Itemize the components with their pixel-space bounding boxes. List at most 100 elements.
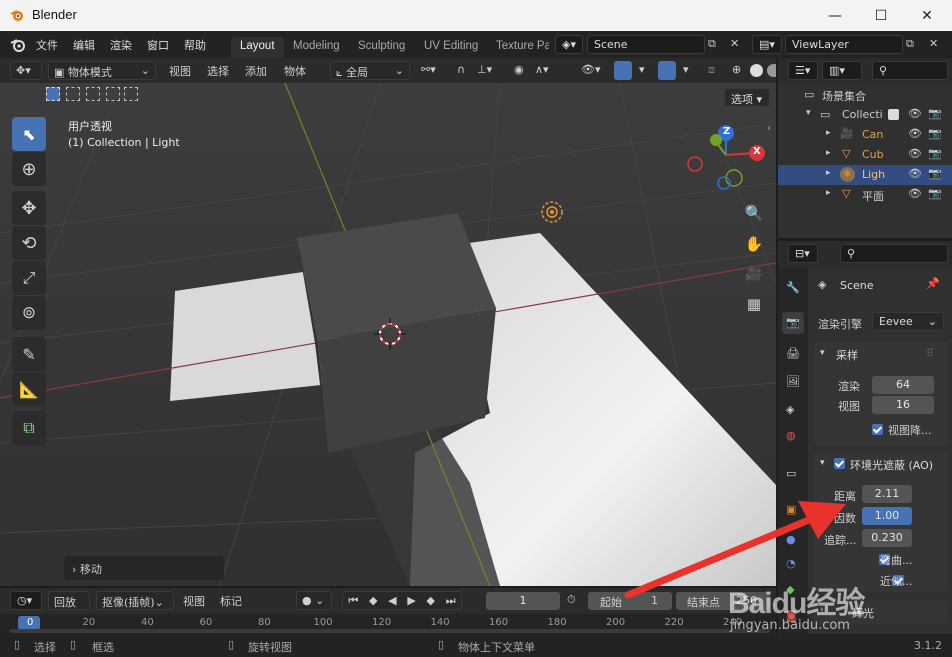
proportional-edit-icon[interactable]: ◉	[509, 61, 529, 80]
jump-end-icon[interactable]: ⏭	[446, 594, 456, 608]
drag-handle-icon[interactable]: ⠿	[926, 347, 934, 360]
render-camera-icon[interactable]: 📷	[928, 147, 942, 160]
outliner-search-input[interactable]: ⚲	[872, 61, 948, 80]
collapse-icon[interactable]: ▾	[820, 348, 825, 358]
visibility-icon[interactable]: 👁▾	[576, 61, 606, 80]
menu-help[interactable]: 帮助	[184, 37, 206, 53]
ortho-toggle-button[interactable]: ▦	[741, 291, 767, 317]
select-extend-icon[interactable]	[66, 87, 80, 101]
rotate-tool[interactable]: ⟲	[12, 226, 46, 260]
play-icon[interactable]: ▶	[407, 594, 415, 607]
ao-enable-checkbox[interactable]	[834, 458, 845, 469]
render-camera-icon[interactable]: 📷	[928, 127, 942, 140]
menu-object[interactable]: 物体	[279, 61, 311, 80]
timeline-menu-view[interactable]: 视图	[178, 591, 210, 610]
xray-icon[interactable]: ⧈	[703, 61, 720, 80]
menu-select[interactable]: 选择	[202, 61, 234, 80]
outliner-item-plane[interactable]: ▸ ▽ 平面 👁 📷	[778, 185, 952, 205]
overlays-dropdown-icon[interactable]: ▾	[678, 61, 694, 80]
viewport-denoise-checkbox[interactable]	[872, 424, 883, 435]
render-tab-icon[interactable]: 📷	[782, 312, 804, 334]
outliner-collection-row[interactable]: ▾ ▭ Collecti 👁 📷	[778, 105, 952, 125]
minimize-button[interactable]: —	[812, 0, 858, 31]
properties-editor-icon[interactable]: ⊟▾	[788, 244, 818, 263]
transform-orientation-dropdown[interactable]: ⟀ 全局 ⌄	[330, 61, 410, 80]
annotate-tool[interactable]: ✎	[12, 337, 46, 371]
pan-button[interactable]: ✋	[741, 231, 767, 257]
editor-type-dropdown[interactable]: ✥▾	[10, 61, 42, 80]
menu-add[interactable]: 添加	[240, 61, 272, 80]
cursor-tool[interactable]: ⊕	[12, 152, 46, 186]
view-layer-name-field[interactable]: ViewLayer	[785, 35, 903, 54]
last-operator-panel[interactable]: › 移动	[64, 556, 224, 580]
jump-start-icon[interactable]: ⏮	[348, 594, 358, 608]
display-mode-icon[interactable]: ▥▾	[822, 61, 862, 80]
timeline-scrollbar[interactable]	[10, 629, 770, 633]
eye-icon[interactable]: 👁	[908, 187, 922, 200]
render-samples-field[interactable]: 64	[872, 376, 934, 394]
pivot-point-icon[interactable]: ⚯▾	[416, 61, 441, 80]
delete-view-layer-icon[interactable]: ✕	[929, 37, 938, 50]
expand-icon[interactable]: ▸	[826, 128, 831, 138]
expand-icon[interactable]: ▸	[826, 188, 831, 198]
gizmo-toggle-icon[interactable]	[614, 61, 632, 80]
timeline-editor-icon[interactable]: ◷▾	[10, 591, 42, 610]
view-layer-selector[interactable]: ▤▾	[752, 35, 782, 54]
blender-menu-icon[interactable]	[9, 37, 27, 53]
pin-icon[interactable]: 📌	[926, 277, 940, 290]
current-frame-field[interactable]: 1	[486, 592, 560, 610]
tab-sculpting[interactable]: Sculpting	[349, 37, 414, 58]
prev-keyframe-icon[interactable]: ◆	[369, 594, 377, 607]
shading-wireframe-icon[interactable]: ⊕	[727, 61, 746, 80]
scene-name-field[interactable]: Scene	[587, 35, 705, 54]
output-tab-icon[interactable]: 🖨	[786, 347, 800, 360]
outliner-editor-icon[interactable]: ☰▾	[788, 61, 818, 80]
select-new-icon[interactable]	[46, 87, 60, 101]
snap-magnet-icon[interactable]: ∩	[452, 61, 470, 80]
select-invert-icon[interactable]	[106, 87, 120, 101]
transform-tool[interactable]: ⊚	[12, 296, 46, 330]
menu-file[interactable]: 文件	[36, 37, 58, 53]
expand-icon[interactable]: ▸	[826, 168, 831, 178]
ao-distance-field[interactable]: 2.11	[862, 485, 912, 503]
collapse-icon[interactable]: ▾	[820, 458, 825, 468]
menu-view[interactable]: 视图	[164, 61, 196, 80]
camera-view-button[interactable]: 🎥	[741, 261, 767, 287]
scene-selector[interactable]: ◈▾	[555, 35, 583, 54]
frame-ruler[interactable]: 0 20 40 60 80 100 120 140 160 180 200 220 240	[0, 614, 776, 634]
keying-dropdown[interactable]: 抠像(插帧)⌄	[96, 591, 174, 610]
sampling-title[interactable]: 采样	[836, 347, 858, 363]
overlays-toggle-icon[interactable]	[658, 61, 676, 80]
delete-scene-icon[interactable]: ✕	[730, 37, 739, 50]
timeline-menu-marker[interactable]: 标记	[215, 591, 247, 610]
mode-dropdown[interactable]: ▣ 物体模式 ⌄	[48, 61, 156, 80]
scene-tab-icon[interactable]: ◈	[786, 403, 794, 416]
new-scene-icon[interactable]: ⧉	[708, 37, 716, 51]
sidebar-toggle-icon[interactable]: ‹	[767, 123, 771, 134]
world-tab-icon[interactable]: ◍	[786, 429, 796, 442]
outliner-item-camera[interactable]: ▸ 🎥 Can 👁 📷	[778, 125, 952, 145]
move-tool[interactable]: ✥	[12, 191, 46, 225]
scale-tool[interactable]: ⤢	[12, 261, 46, 295]
new-view-layer-icon[interactable]: ⧉	[906, 37, 914, 51]
outliner-item-cube[interactable]: ▸ ▽ Cub 👁 📷	[778, 145, 952, 165]
expand-icon[interactable]: ▸	[826, 148, 831, 158]
collection-checkbox[interactable]	[888, 109, 899, 120]
gizmo-dropdown-icon[interactable]: ▾	[634, 61, 650, 80]
render-camera-icon[interactable]: 📷	[928, 167, 942, 180]
render-engine-dropdown[interactable]: Eevee ⌄	[872, 312, 944, 331]
add-cube-tool[interactable]: ⧉	[12, 411, 46, 445]
options-dropdown[interactable]: 选项 ▾	[724, 88, 770, 107]
select-subtract-icon[interactable]	[86, 87, 100, 101]
auto-key-toggle[interactable]: ● ⌄	[296, 591, 332, 610]
tab-layout[interactable]: Layout	[231, 37, 284, 58]
next-keyframe-icon[interactable]: ◆	[427, 594, 435, 607]
tab-modeling[interactable]: Modeling	[284, 37, 349, 58]
measure-tool[interactable]: 📐	[12, 372, 46, 406]
expand-icon[interactable]: ▾	[806, 108, 811, 118]
select-intersect-icon[interactable]	[124, 87, 138, 101]
select-box-tool[interactable]: ⬉	[12, 117, 46, 151]
stopwatch-icon[interactable]: ⏱	[567, 593, 576, 607]
maximize-button[interactable]: ☐	[858, 0, 904, 31]
eye-icon[interactable]: 👁	[908, 127, 922, 140]
